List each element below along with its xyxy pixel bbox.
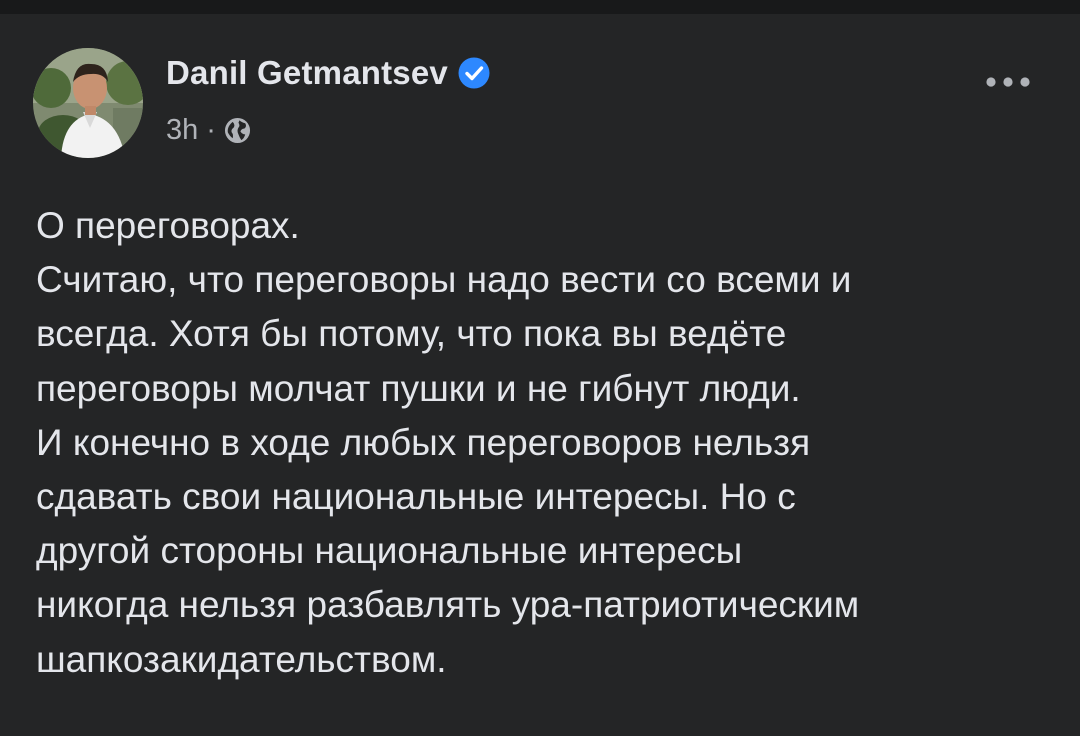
post-time[interactable]: 3h xyxy=(166,114,198,147)
post-line: О переговорах. xyxy=(36,205,300,246)
more-horizontal-icon xyxy=(986,77,1030,87)
globe-icon[interactable] xyxy=(224,117,251,144)
post-line: никогда нельзя разбавлять ура-патриотиче… xyxy=(36,584,860,626)
author-avatar[interactable] xyxy=(33,48,143,158)
post-line: сдавать свои национальные интересы. Но с xyxy=(36,476,796,518)
post-card: Danil Getmantsev 3h · О переговорах. Счи… xyxy=(0,14,1080,736)
post-line: И конечно в ходе любых переговоров нельз… xyxy=(36,421,811,463)
meta-separator: · xyxy=(206,114,216,146)
more-options-button[interactable] xyxy=(982,70,1034,94)
post-text: О переговорах. Считаю, что переговоры на… xyxy=(36,199,1046,687)
author-name[interactable]: Danil Getmantsev xyxy=(166,54,448,92)
profile-photo xyxy=(33,48,143,158)
post-line: шапкозакидательством. xyxy=(36,638,447,680)
post-line: переговоры молчат пушки и не гибнут люди… xyxy=(36,367,801,409)
post-line: Считаю, что переговоры надо вести со все… xyxy=(36,259,852,301)
verified-badge-icon xyxy=(458,57,490,89)
author-name-row: Danil Getmantsev xyxy=(166,54,491,92)
post-line: всегда. Хотя бы потому, что пока вы ведё… xyxy=(36,313,787,355)
top-strip xyxy=(0,0,1080,14)
post-meta: 3h · xyxy=(166,114,251,147)
post-line: другой стороны национальные интересы xyxy=(36,530,743,572)
